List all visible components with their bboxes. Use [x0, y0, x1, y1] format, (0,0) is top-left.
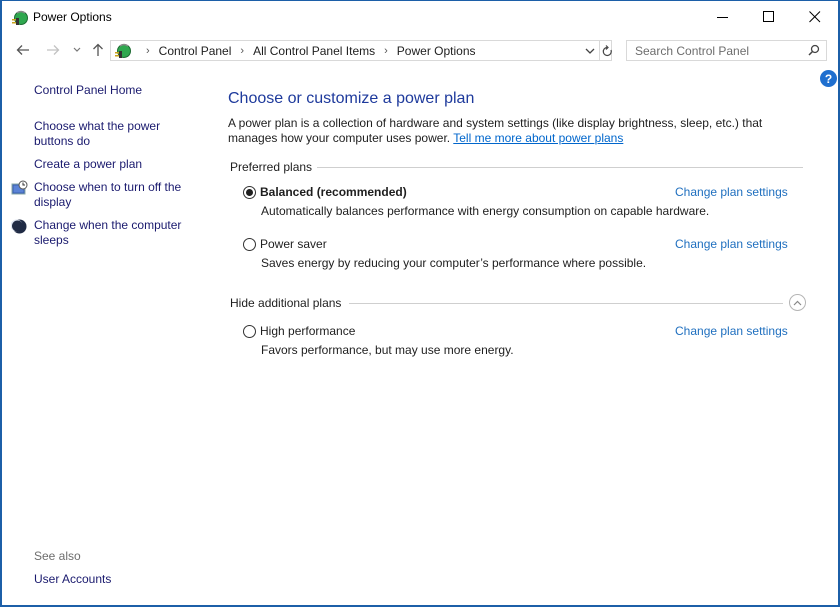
plan-name-high-performance[interactable]: High performance: [260, 324, 355, 338]
change-plan-settings-balanced[interactable]: Change plan settings: [675, 185, 788, 199]
up-button[interactable]: [88, 40, 108, 60]
radio-balanced[interactable]: [243, 186, 256, 199]
page-description: A power plan is a collection of hardware…: [228, 116, 813, 146]
divider: [317, 167, 803, 168]
breadcrumb: › Control Panel › All Control Panel Item…: [137, 44, 476, 58]
back-button[interactable]: [13, 40, 33, 60]
sidebar-computer-sleeps[interactable]: Change when the computer sleeps: [34, 218, 199, 248]
search-box[interactable]: [626, 40, 827, 61]
maximize-button[interactable]: [746, 1, 792, 33]
radio-power-saver[interactable]: [243, 238, 256, 251]
plan-description-power-saver: Saves energy by reducing your computer’s…: [261, 256, 647, 270]
power-plug-icon: [115, 43, 131, 58]
close-icon: [809, 11, 821, 23]
refresh-icon: [602, 45, 612, 57]
forward-arrow-icon: [47, 45, 60, 55]
chevron-down-icon: [73, 47, 81, 52]
question-mark-icon: ?: [824, 71, 833, 86]
page-title: Choose or customize a power plan: [228, 90, 475, 107]
chevron-right-icon[interactable]: ›: [384, 45, 388, 57]
forward-button[interactable]: [43, 40, 63, 60]
learn-more-link[interactable]: Tell me more about power plans: [453, 131, 623, 145]
sidebar-control-panel-home[interactable]: Control Panel Home: [34, 83, 199, 98]
up-arrow-icon: [93, 43, 103, 56]
search-input[interactable]: [627, 41, 805, 60]
address-dropdown-button[interactable]: [585, 44, 595, 58]
divider: [349, 303, 783, 304]
radio-high-performance[interactable]: [243, 325, 256, 338]
power-plug-icon: [12, 10, 28, 25]
change-plan-settings-power-saver[interactable]: Change plan settings: [675, 237, 788, 251]
change-plan-settings-high-performance[interactable]: Change plan settings: [675, 324, 788, 338]
see-also-user-accounts[interactable]: User Accounts: [34, 572, 111, 586]
back-arrow-icon: [16, 45, 29, 55]
window-title: Power Options: [33, 10, 112, 24]
address-bar[interactable]: › Control Panel › All Control Panel Item…: [110, 40, 612, 61]
plan-description-balanced: Automatically balances performance with …: [261, 204, 710, 218]
collapse-additional-plans-button[interactable]: [789, 294, 806, 311]
help-button[interactable]: ?: [820, 70, 837, 87]
title-bar: Power Options: [2, 1, 838, 33]
breadcrumb-all-items[interactable]: All Control Panel Items: [253, 44, 375, 58]
recent-locations-button[interactable]: [67, 40, 87, 60]
sidebar-turn-off-display[interactable]: Choose when to turn off the display: [34, 180, 199, 210]
power-options-window: Power Options › Control Panel › All Cont…: [0, 0, 840, 607]
sidebar-create-power-plan[interactable]: Create a power plan: [34, 157, 199, 172]
plan-name-balanced[interactable]: Balanced (recommended): [260, 185, 407, 199]
breadcrumb-control-panel[interactable]: Control Panel: [159, 44, 232, 58]
close-button[interactable]: [792, 1, 838, 33]
sidebar-power-buttons[interactable]: Choose what the power buttons do: [34, 119, 199, 149]
plan-name-power-saver[interactable]: Power saver: [260, 237, 327, 251]
chevron-right-icon[interactable]: ›: [146, 45, 150, 57]
breadcrumb-power-options[interactable]: Power Options: [397, 44, 476, 58]
plan-description-high-performance: Favors performance, but may use more ene…: [261, 343, 514, 357]
preferred-plans-label: Preferred plans: [230, 160, 313, 174]
chevron-down-icon: [585, 48, 595, 54]
refresh-button[interactable]: [599, 41, 614, 61]
hide-additional-plans-label[interactable]: Hide additional plans: [230, 296, 341, 310]
monitor-clock-icon: [11, 180, 28, 195]
maximize-icon: [763, 11, 774, 22]
search-icon: [808, 44, 820, 56]
chevron-up-icon: [793, 300, 802, 305]
chevron-right-icon[interactable]: ›: [240, 45, 244, 57]
moon-icon: [11, 219, 27, 234]
navigation-bar: › Control Panel › All Control Panel Item…: [2, 37, 838, 65]
see-also-label: See also: [34, 549, 81, 563]
minimize-button[interactable]: [700, 1, 746, 33]
minimize-icon: [717, 17, 728, 18]
